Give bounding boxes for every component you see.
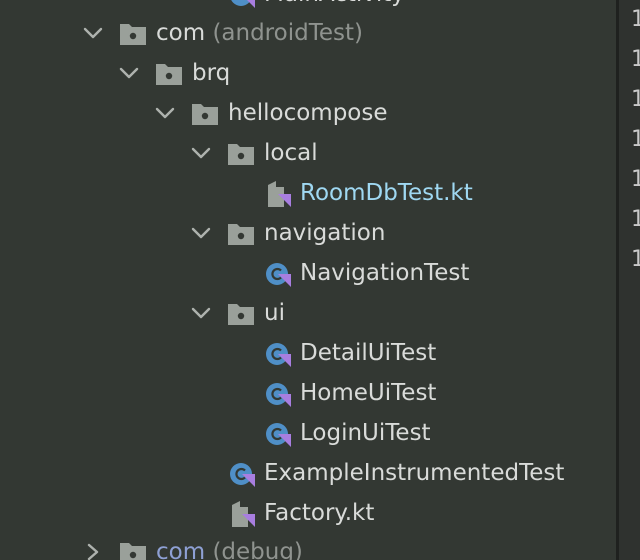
chevron-down-icon[interactable]: [190, 303, 212, 323]
chevron-down-icon[interactable]: [154, 103, 176, 123]
chevron-down-icon[interactable]: [82, 23, 104, 43]
tree-item-label: HomeUiTest: [300, 380, 437, 406]
project-tree-panel: MainActivity com (androidTest) brq hello…: [0, 0, 616, 560]
package-folder-icon: [226, 301, 256, 327]
tree-item-label: navigation: [264, 220, 386, 246]
package-folder-icon: [118, 21, 148, 47]
tree-item-label: com (androidTest): [156, 20, 363, 46]
tree-item-label: Factory.kt: [264, 500, 375, 526]
tree-row-com-debug[interactable]: com (debug): [0, 532, 616, 560]
line-number: 1: [631, 127, 640, 152]
kotlin-class-icon: [228, 461, 258, 487]
tree-row-hellocompose[interactable]: hellocompose: [0, 93, 616, 133]
tree-row-brq[interactable]: brq: [0, 53, 616, 93]
kotlin-class-icon: [228, 0, 258, 8]
line-number: 1: [631, 207, 640, 232]
chevron-down-icon[interactable]: [190, 143, 212, 163]
tree-item-label: MainActivity: [264, 0, 405, 8]
tree-item-label: ExampleInstrumentedTest: [264, 460, 565, 486]
tree-row-local[interactable]: local: [0, 133, 616, 173]
line-number: 1: [631, 87, 640, 112]
tree-item-label: com (debug): [156, 539, 303, 560]
tree-item-label: NavigationTest: [300, 260, 470, 286]
tree-row-homeuitest[interactable]: HomeUiTest: [0, 373, 616, 413]
package-folder-icon: [226, 141, 256, 167]
package-folder-icon: [118, 540, 148, 560]
kotlin-file-icon: [264, 181, 294, 207]
tree-item-label: DetailUiTest: [300, 340, 437, 366]
tree-row-ui[interactable]: ui: [0, 293, 616, 333]
tree-row-com-androidtest[interactable]: com (androidTest): [0, 13, 616, 53]
tree-row-loginuitest[interactable]: LoginUiTest: [0, 413, 616, 453]
tree-item-label: LoginUiTest: [300, 420, 431, 446]
tree-row-navigation[interactable]: navigation: [0, 213, 616, 253]
kotlin-class-icon: [264, 341, 294, 367]
package-folder-icon: [154, 61, 184, 87]
tree-item-label: ui: [264, 300, 285, 326]
line-number: 1: [631, 7, 640, 32]
kotlin-class-icon: [264, 421, 294, 447]
kotlin-class-icon: [264, 261, 294, 287]
chevron-down-icon[interactable]: [190, 223, 212, 243]
line-number: 1: [631, 47, 640, 72]
tree-row-detailuitest[interactable]: DetailUiTest: [0, 333, 616, 373]
kotlin-class-icon: [264, 381, 294, 407]
line-number: 1: [631, 167, 640, 192]
tree-row-factory[interactable]: Factory.kt: [0, 493, 616, 533]
line-number: 1: [631, 247, 640, 272]
tree-row-exampleinstrumentedtest[interactable]: ExampleInstrumentedTest: [0, 453, 616, 493]
package-folder-icon: [190, 101, 220, 127]
tree-item-label: local: [264, 140, 318, 166]
tree-item-label: brq: [192, 60, 231, 86]
package-folder-icon: [226, 221, 256, 247]
tree-item-label: RoomDbTest.kt: [300, 180, 473, 206]
editor-line-gutter: 1 1 1 1 1 1 1: [619, 0, 640, 560]
tree-row-roomdbtest[interactable]: RoomDbTest.kt: [0, 173, 616, 213]
kotlin-file-icon: [228, 501, 258, 527]
tree-item-label: hellocompose: [228, 100, 388, 126]
tree-row-partial[interactable]: MainActivity: [0, 0, 616, 14]
chevron-right-icon[interactable]: [82, 542, 104, 560]
chevron-down-icon[interactable]: [118, 63, 140, 83]
tree-row-navigationtest[interactable]: NavigationTest: [0, 253, 616, 293]
